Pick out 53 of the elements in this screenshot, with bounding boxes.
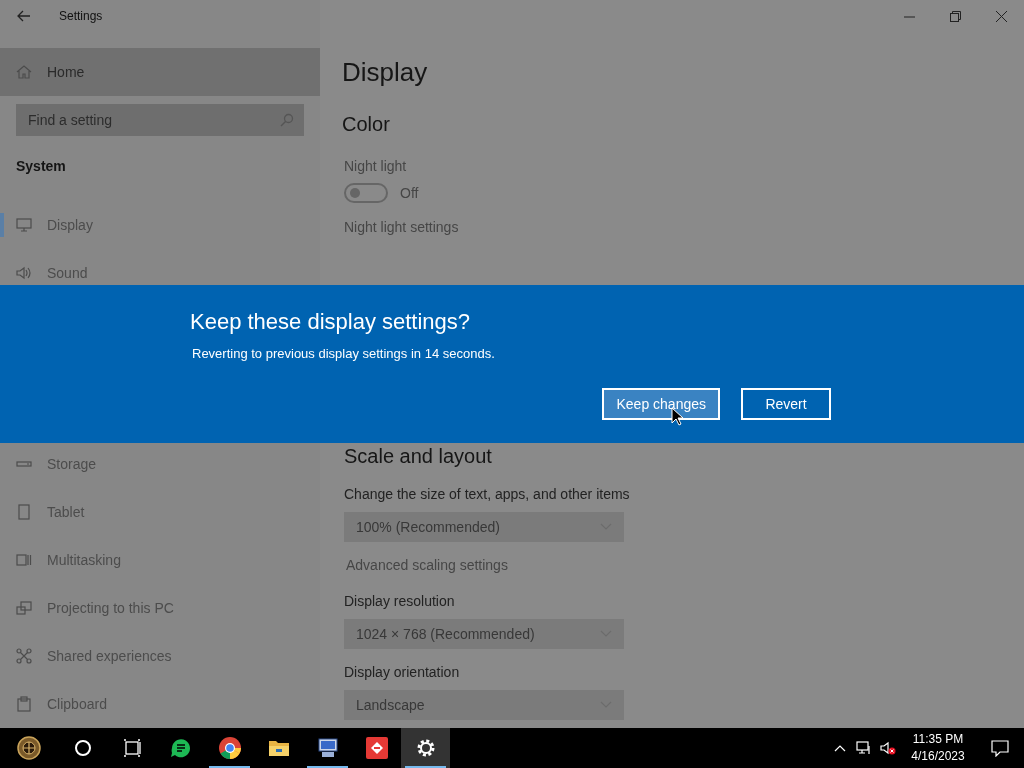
section-heading: Scale and layout — [344, 444, 492, 469]
sidebar-item[interactable]: Display — [0, 201, 320, 249]
dialog-button[interactable]: Keep changes — [602, 388, 720, 420]
restore-icon[interactable] — [949, 10, 961, 22]
close-icon[interactable] — [995, 10, 1007, 22]
dropdown[interactable]: 100% (Recommended) — [344, 512, 624, 542]
sidebar-item[interactable]: Tablet — [0, 488, 320, 536]
setting-label: Display resolution — [344, 592, 455, 611]
search-icon — [280, 113, 294, 127]
window-title: Settings — [59, 9, 103, 23]
home-icon — [16, 64, 32, 80]
taskbar-button[interactable] — [401, 728, 450, 768]
notification-icon[interactable] — [991, 739, 1009, 757]
browser-icon — [217, 736, 242, 760]
speaker-icon — [16, 265, 32, 281]
dialog-message: Reverting to previous display settings in 14 seconds. — [191, 345, 496, 363]
tablet-icon — [16, 504, 32, 520]
clock-date[interactable]: 4/16/2023 — [911, 748, 965, 765]
display-icon — [16, 217, 32, 233]
diamond-app-icon — [364, 736, 389, 760]
sidebar-item[interactable]: Clipboard — [0, 680, 320, 728]
section-heading: System — [16, 157, 66, 176]
sidebar-item[interactable]: Storage — [0, 440, 320, 488]
setting-label: Display orientation — [344, 663, 460, 682]
sidebar-item[interactable]: Shared experiences — [0, 632, 320, 680]
sidebar-item[interactable]: Projecting to this PC — [0, 584, 320, 632]
clock-time[interactable]: 11:35 PM — [912, 731, 964, 748]
multitasking-icon — [16, 552, 32, 568]
dropdown[interactable]: 1024 × 768 (Recommended) — [344, 619, 624, 649]
projector-icon — [16, 600, 32, 616]
toggle-switch[interactable] — [344, 183, 388, 203]
volume-muted-icon[interactable] — [880, 740, 896, 756]
setting-label: Change the size of text, apps, and other items — [344, 485, 630, 504]
chat-icon — [168, 736, 193, 760]
sidebar-item[interactable]: Multitasking — [0, 536, 320, 584]
dropdown[interactable]: Landscape — [344, 690, 624, 720]
dialog-button[interactable]: Revert — [741, 388, 831, 420]
search-field[interactable]: Find a setting — [16, 104, 304, 136]
sidebar-item[interactable]: Sound — [0, 249, 320, 297]
section-heading: Color — [342, 112, 390, 137]
computer-icon — [315, 736, 340, 760]
share-icon — [16, 648, 32, 664]
dialog-title: Keep these display settings? — [190, 308, 472, 336]
setting-label: Night light — [343, 157, 407, 176]
page-title: Display — [342, 56, 428, 89]
settings-link[interactable]: Night light settings — [342, 217, 459, 237]
network-icon[interactable] — [856, 740, 872, 756]
clipboard-icon — [16, 696, 32, 712]
home-item[interactable]: Home — [0, 48, 320, 96]
settings-link[interactable]: Advanced scaling settings — [344, 555, 508, 575]
toggle-state: Off — [400, 185, 419, 201]
orb-icon[interactable] — [17, 736, 41, 760]
back-icon[interactable] — [17, 9, 31, 23]
